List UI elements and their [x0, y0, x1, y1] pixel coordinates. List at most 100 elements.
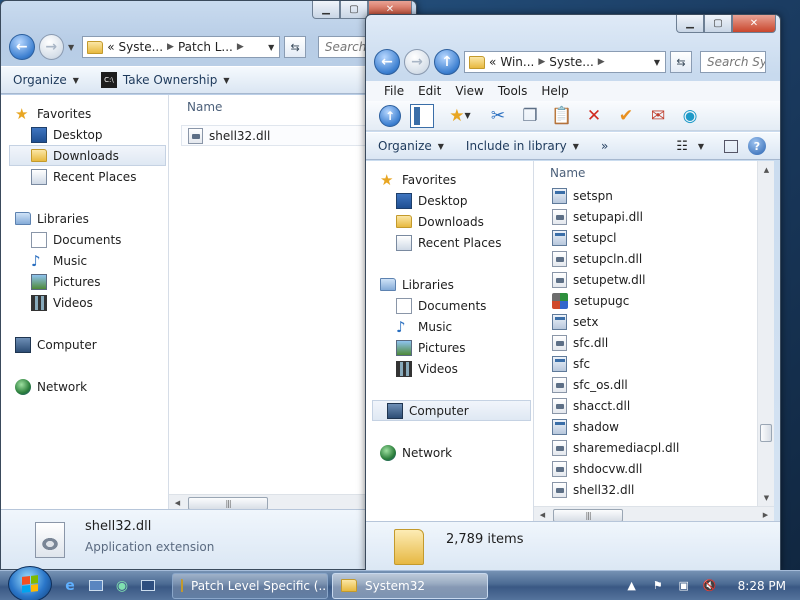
list-item[interactable]: setupapi.dll	[534, 206, 774, 227]
paste-icon[interactable]: 📋	[550, 104, 574, 128]
breadcrumb-windows[interactable]: Win...	[500, 55, 534, 69]
copy-icon[interactable]: ❐	[518, 104, 542, 128]
list-item[interactable]: sfc	[534, 353, 774, 374]
nav-desktop[interactable]: Desktop	[366, 190, 533, 211]
breadcrumb-system[interactable]: Syste...	[119, 40, 164, 54]
list-item[interactable]: shell32.dll	[181, 125, 381, 146]
nav-documents[interactable]: Documents	[366, 295, 533, 316]
breadcrumb-patch-level[interactable]: Patch L...	[178, 40, 233, 54]
nav-network[interactable]: Network	[1, 376, 168, 397]
email-icon[interactable]: ✉	[646, 104, 670, 128]
horizontal-scroll-thumb[interactable]: |||	[188, 496, 268, 510]
minimize-button[interactable]: ▁	[312, 1, 340, 19]
list-item[interactable]: setupetw.dll	[534, 269, 774, 290]
nav-pictures[interactable]: Pictures	[1, 271, 168, 292]
up-folder-icon[interactable]: ↑	[378, 104, 402, 128]
list-item[interactable]: sharemediacpl.dll	[534, 437, 774, 458]
media-player-icon[interactable]: ◉	[112, 576, 132, 596]
breadcrumb-separator-icon[interactable]: ▶	[237, 42, 244, 52]
recent-pages-dropdown[interactable]: ▼	[68, 43, 74, 52]
back-button[interactable]: ←	[9, 34, 35, 60]
nav-downloads[interactable]: Downloads	[366, 211, 533, 232]
search-input[interactable]: Search Syst	[700, 51, 766, 73]
up-level-button[interactable]: ↑	[434, 49, 460, 75]
favorites-dropdown-icon[interactable]: ★ ▼	[442, 104, 478, 128]
take-ownership-button[interactable]: C:\ Take Ownership ▼	[100, 72, 229, 88]
taskbar-item-patch-level[interactable]: Patch Level Specific (...	[172, 572, 328, 599]
show-desktop-icon[interactable]	[86, 576, 106, 596]
address-overflow[interactable]: «	[489, 55, 496, 69]
list-item[interactable]: setupugc	[534, 290, 774, 311]
volume-muted-icon[interactable]: 🔇	[702, 578, 718, 594]
list-item[interactable]: shacct.dll	[534, 395, 774, 416]
view-dropdown-icon[interactable]: ▼	[698, 142, 704, 151]
folders-pane-icon[interactable]	[410, 103, 434, 128]
show-hidden-icons-icon[interactable]: ▲	[624, 578, 640, 594]
nav-desktop[interactable]: Desktop	[1, 124, 168, 145]
horizontal-scroll-thumb[interactable]: |||	[553, 508, 623, 522]
address-overflow[interactable]: «	[107, 40, 114, 54]
more-commands-button[interactable]: »	[601, 139, 608, 153]
nav-libraries[interactable]: Libraries	[1, 208, 168, 229]
breadcrumb-system32[interactable]: Syste...	[549, 55, 594, 69]
list-item[interactable]: setx	[534, 311, 774, 332]
breadcrumb-separator-icon[interactable]: ▶	[167, 42, 174, 52]
list-item[interactable]: shadow	[534, 416, 774, 437]
network-status-icon[interactable]: ▣	[676, 578, 692, 594]
breadcrumb-separator-icon[interactable]: ▶	[598, 57, 605, 67]
list-item[interactable]: setupcln.dll	[534, 248, 774, 269]
nav-pictures[interactable]: Pictures	[366, 337, 533, 358]
nav-music[interactable]: ♪ Music	[366, 316, 533, 337]
nav-music[interactable]: ♪ Music	[1, 250, 168, 271]
nav-videos[interactable]: Videos	[1, 292, 168, 313]
menu-tools[interactable]: Tools	[498, 84, 528, 98]
address-dropdown-icon[interactable]: ▼	[263, 43, 279, 52]
list-item[interactable]: shell32.dll	[534, 479, 774, 500]
list-item[interactable]: sfc.dll	[534, 332, 774, 353]
internet-explorer-icon[interactable]: e	[60, 576, 80, 596]
nav-libraries[interactable]: Libraries	[366, 274, 533, 295]
nav-computer[interactable]: Computer	[372, 400, 531, 421]
help-icon[interactable]: ?	[748, 137, 766, 155]
nav-recent-places[interactable]: Recent Places	[1, 166, 168, 187]
taskbar-item-system32[interactable]: System32	[332, 572, 488, 599]
refresh-button[interactable]: ⇆	[284, 36, 306, 58]
maximize-button[interactable]: ▢	[704, 15, 732, 33]
vertical-scrollbar[interactable]: ▲ ▼	[757, 161, 774, 506]
forward-button[interactable]: →	[404, 49, 430, 75]
address-bar[interactable]: « Win... ▶ Syste... ▶ ▼	[464, 51, 666, 73]
preview-pane-icon[interactable]	[724, 139, 738, 153]
nav-recent-places[interactable]: Recent Places	[366, 232, 533, 253]
forward-button[interactable]: →	[38, 34, 65, 60]
scroll-down-icon[interactable]: ▼	[758, 489, 775, 506]
organize-button[interactable]: Organize ▼	[378, 139, 444, 153]
change-view-icon[interactable]: ☷	[676, 139, 688, 154]
nav-favorites[interactable]: ★ Favorites	[366, 169, 533, 190]
start-button[interactable]	[8, 565, 52, 600]
list-item[interactable]: shdocvw.dll	[534, 458, 774, 479]
back-button[interactable]: ←	[374, 49, 400, 75]
menu-edit[interactable]: Edit	[418, 84, 441, 98]
nav-computer[interactable]: Computer	[1, 334, 168, 355]
nav-downloads[interactable]: Downloads	[9, 145, 166, 166]
close-button[interactable]: ✕	[732, 15, 776, 33]
minimize-button[interactable]: ▁	[676, 15, 704, 33]
cut-icon[interactable]: ✂	[486, 104, 510, 128]
list-item[interactable]: setspn	[534, 185, 774, 206]
nav-network[interactable]: Network	[366, 442, 533, 463]
column-header-name[interactable]: Name	[534, 161, 774, 185]
delete-icon[interactable]: ✕	[582, 104, 606, 128]
breadcrumb-separator-icon[interactable]: ▶	[538, 57, 545, 67]
menu-file[interactable]: File	[384, 84, 404, 98]
switch-windows-icon[interactable]	[138, 576, 158, 596]
list-item[interactable]: setupcl	[534, 227, 774, 248]
menu-view[interactable]: View	[455, 84, 483, 98]
clock[interactable]: 8:28 PM	[738, 579, 786, 593]
explorer-window-patch-level[interactable]: ▁ ▢ ✕ ← → ▼ « Syste... ▶ Patch L... ▶ ▼ …	[0, 0, 417, 570]
address-bar[interactable]: « Syste... ▶ Patch L... ▶ ▼	[82, 36, 281, 58]
shell-icon[interactable]: ◉	[678, 104, 702, 128]
refresh-button[interactable]: ⇆	[670, 51, 692, 73]
list-item[interactable]: sfc_os.dll	[534, 374, 774, 395]
nav-documents[interactable]: Documents	[1, 229, 168, 250]
explorer-window-system32[interactable]: ▁ ▢ ✕ ← → ↑ « Win... ▶ Syste... ▶ ▼ ⇆ Se…	[365, 14, 781, 572]
